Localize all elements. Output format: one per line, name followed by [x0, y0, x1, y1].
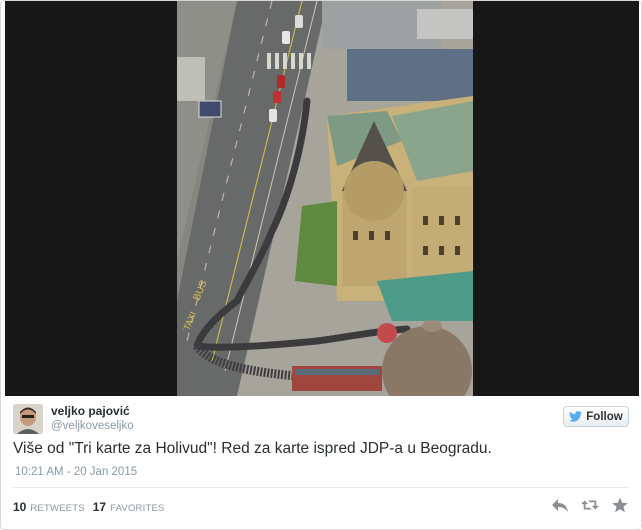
avatar-face-icon	[13, 404, 43, 434]
reply-icon[interactable]	[551, 497, 569, 513]
retweet-icon[interactable]	[581, 497, 599, 513]
tweet-stats: 10 Retweets 17 Favorites	[13, 500, 173, 514]
follow-button-label: Follow	[586, 410, 623, 423]
favorite-label[interactable]: Favorites	[110, 503, 164, 514]
display-name[interactable]: veljko pajović	[51, 404, 130, 418]
divider	[13, 487, 629, 488]
favorite-count[interactable]: 17	[93, 500, 106, 514]
user-avatar[interactable]	[13, 404, 43, 434]
screen-name[interactable]: @veljkoveseljko	[51, 420, 134, 432]
star-icon[interactable]	[611, 497, 629, 513]
street-queue-photo[interactable]: BUS TAXI	[177, 1, 473, 396]
tweet-header: veljko pajović @veljkoveseljko Follow	[13, 403, 631, 437]
twitter-bird-icon	[569, 411, 583, 422]
tweet-actions	[551, 497, 629, 513]
tweet-timestamp[interactable]: 10:21 AM - 20 Jan 2015	[15, 466, 137, 478]
tweet-text: Više od "Tri karte za Holivud"! Red za k…	[13, 440, 492, 457]
follow-button[interactable]: Follow	[563, 406, 629, 427]
retweet-label[interactable]: Retweets	[30, 503, 84, 514]
tweet-media[interactable]: BUS TAXI	[5, 1, 639, 396]
aerial-photo-illustration: BUS TAXI	[177, 1, 473, 396]
retweet-count[interactable]: 10	[13, 500, 26, 514]
tweet-card: BUS TAXI veljko pajović @veljkoveseljko …	[0, 0, 642, 530]
